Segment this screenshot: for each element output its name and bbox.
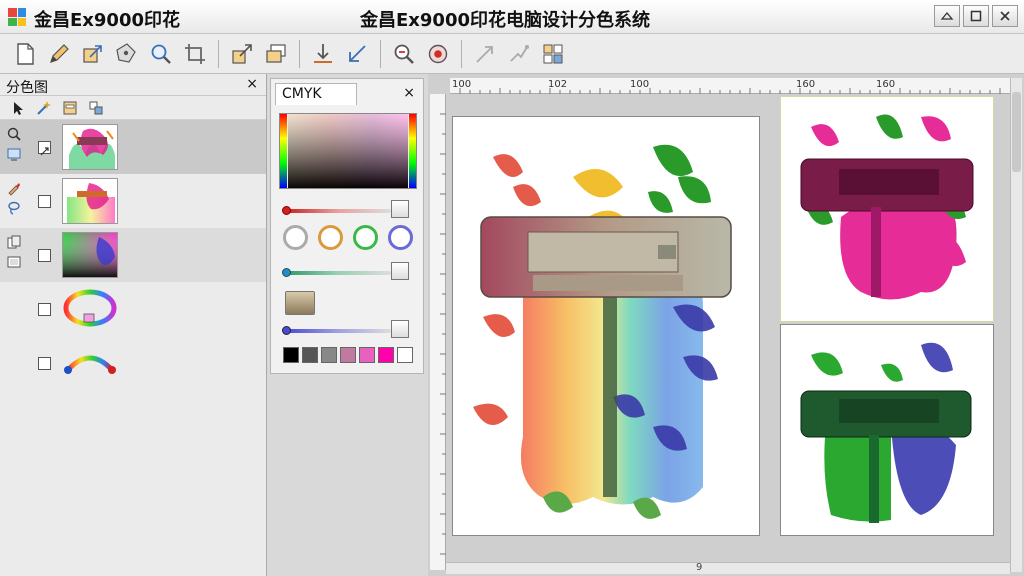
toolbar-separator bbox=[461, 39, 462, 68]
hue-arc-thumbnail[interactable] bbox=[62, 340, 118, 386]
color-swatch[interactable] bbox=[397, 347, 413, 363]
layer-row[interactable] bbox=[0, 336, 266, 390]
layer-visibility-checkbox[interactable] bbox=[38, 141, 51, 156]
layer-merge-icon[interactable] bbox=[86, 98, 106, 118]
zoom-icon[interactable] bbox=[144, 37, 178, 71]
separation-panel-close-button[interactable]: × bbox=[246, 76, 258, 92]
layer-thumbnail[interactable] bbox=[62, 178, 118, 224]
search-icon[interactable] bbox=[6, 126, 22, 142]
color-swatch[interactable] bbox=[359, 347, 375, 363]
app-logo-icon bbox=[8, 8, 26, 26]
color-spectrum-picker[interactable] bbox=[279, 113, 417, 189]
green-slider-handle[interactable] bbox=[391, 262, 409, 280]
separation-panel-tools bbox=[0, 96, 266, 120]
color-swatch[interactable] bbox=[302, 347, 318, 363]
crop-icon[interactable] bbox=[178, 37, 212, 71]
layer-row[interactable] bbox=[0, 120, 266, 174]
color-ring-orange[interactable] bbox=[318, 225, 343, 250]
layer-visibility-checkbox[interactable] bbox=[38, 195, 51, 208]
maximize-icon[interactable] bbox=[963, 5, 989, 27]
color-swatch[interactable] bbox=[340, 347, 356, 363]
color-rings bbox=[283, 225, 413, 250]
select-arrow-icon[interactable] bbox=[8, 98, 28, 118]
ruler-label: 100 bbox=[452, 79, 472, 90]
new-document-icon[interactable] bbox=[8, 37, 42, 71]
layer-thumbnail[interactable] bbox=[62, 232, 118, 278]
minimize-icon[interactable] bbox=[934, 5, 960, 27]
window-title: 金昌Ex9000印花电脑设计分色系统 bbox=[360, 10, 651, 31]
frame-icon[interactable] bbox=[6, 254, 22, 270]
horizontal-ruler: 100 102 100 160 160 bbox=[450, 78, 1010, 94]
layer-row[interactable] bbox=[0, 282, 266, 336]
blue-slider-handle[interactable] bbox=[391, 320, 409, 338]
hue-ring-thumbnail[interactable] bbox=[62, 286, 118, 332]
main-toolbar bbox=[0, 34, 1024, 74]
separation-panel-title: 分色图 bbox=[6, 80, 48, 96]
color-ring-green[interactable] bbox=[353, 225, 378, 250]
color-swatches bbox=[283, 347, 413, 363]
color-swatch[interactable] bbox=[378, 347, 394, 363]
monitor-icon[interactable] bbox=[6, 146, 22, 162]
close-window-icon[interactable] bbox=[992, 5, 1018, 27]
layer-visibility-checkbox[interactable] bbox=[38, 357, 51, 370]
pencil-icon[interactable] bbox=[42, 37, 76, 71]
canvas-area: 100 102 100 160 160 9 bbox=[428, 74, 1024, 576]
ruler-label: 100 bbox=[630, 79, 650, 90]
toolbar-separator bbox=[380, 39, 381, 68]
grid-icon[interactable] bbox=[536, 37, 570, 71]
pen-tool-icon[interactable] bbox=[110, 37, 144, 71]
design-canvas-page[interactable] bbox=[452, 116, 760, 536]
align-bottom-icon[interactable] bbox=[306, 37, 340, 71]
magic-wand-icon[interactable] bbox=[34, 98, 54, 118]
red-slider-handle[interactable] bbox=[391, 200, 409, 218]
red-slider[interactable] bbox=[282, 200, 409, 218]
zoom-out-icon[interactable] bbox=[387, 37, 421, 71]
page-number: 9 bbox=[696, 562, 703, 573]
color-ring-gray[interactable] bbox=[283, 225, 308, 250]
layer-visibility-checkbox[interactable] bbox=[38, 249, 51, 262]
magenta-separation-preview[interactable] bbox=[780, 96, 994, 322]
window-controls bbox=[934, 5, 1018, 27]
copy-icon[interactable] bbox=[6, 234, 22, 250]
color-swatch[interactable] bbox=[283, 347, 299, 363]
ruler-label: 160 bbox=[876, 79, 896, 90]
green-slider[interactable] bbox=[282, 262, 409, 280]
color-panel-close-button[interactable]: × bbox=[403, 85, 415, 101]
export-icon[interactable] bbox=[225, 37, 259, 71]
lasso-icon[interactable] bbox=[6, 200, 22, 216]
title-bar: 金昌Ex9000印花 金昌Ex9000印花电脑设计分色系统 bbox=[0, 0, 1024, 34]
layer-row[interactable] bbox=[0, 174, 266, 228]
brush-icon[interactable] bbox=[6, 180, 22, 196]
current-color-swatch[interactable] bbox=[285, 291, 315, 315]
app-name: 金昌Ex9000印花 bbox=[34, 10, 181, 31]
vertical-ruler bbox=[430, 94, 446, 570]
vertical-scrollbar-thumb[interactable] bbox=[1012, 92, 1021, 172]
ruler-label: 160 bbox=[796, 79, 816, 90]
eye-icon[interactable] bbox=[421, 37, 455, 71]
color-ring-blue[interactable] bbox=[388, 225, 413, 250]
layer-visibility-checkbox[interactable] bbox=[38, 303, 51, 316]
toolbar-separator bbox=[299, 39, 300, 68]
separation-panel: 分色图 × bbox=[0, 74, 267, 576]
color-swatch[interactable] bbox=[321, 347, 337, 363]
ruler-label: 102 bbox=[548, 79, 568, 90]
green-separation-preview[interactable] bbox=[780, 324, 994, 536]
arrow-icon[interactable] bbox=[340, 37, 374, 71]
toolbar-separator bbox=[218, 39, 219, 68]
share-icon[interactable] bbox=[468, 37, 502, 71]
layer-properties-icon[interactable] bbox=[60, 98, 80, 118]
horizontal-scrollbar[interactable]: 9 bbox=[446, 562, 1010, 574]
vertical-scrollbar[interactable] bbox=[1010, 78, 1022, 572]
resize-icon[interactable] bbox=[76, 37, 110, 71]
transform-icon[interactable] bbox=[502, 37, 536, 71]
separation-panel-header: 分色图 × bbox=[0, 74, 266, 96]
layers-icon[interactable] bbox=[259, 37, 293, 71]
color-panel: CMYK × bbox=[270, 78, 424, 374]
blue-slider[interactable] bbox=[282, 320, 409, 338]
layer-row[interactable] bbox=[0, 228, 266, 282]
tab-cmyk[interactable]: CMYK bbox=[275, 83, 357, 105]
layer-thumbnail[interactable] bbox=[62, 124, 118, 170]
